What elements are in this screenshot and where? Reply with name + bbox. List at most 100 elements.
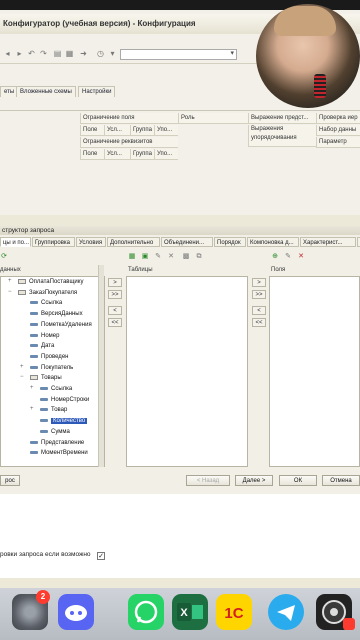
remove-field-button[interactable]: < — [252, 306, 266, 315]
tree-item[interactable]: Ссылка — [30, 298, 62, 308]
col-parameter[interactable]: Параметр — [316, 137, 360, 148]
tree-expander-icon[interactable]: + — [30, 406, 34, 412]
option-label: ровки запроса если возможно — [0, 551, 91, 558]
tab-unions[interactable]: Объединени... — [161, 237, 213, 247]
tree-expander-icon[interactable]: + — [30, 385, 34, 391]
copy-icon[interactable]: ▣ — [141, 253, 149, 261]
telegram-app-icon[interactable] — [268, 594, 304, 630]
add-field-button[interactable]: > — [252, 278, 266, 287]
tree-item[interactable]: Номер — [30, 331, 59, 341]
col-group[interactable]: Группа — [130, 125, 154, 136]
delete-icon[interactable]: ✕ — [167, 253, 175, 261]
fields-list[interactable] — [269, 276, 360, 467]
arrow-icon[interactable]: ➜ — [79, 49, 88, 58]
whatsapp-app-icon[interactable] — [128, 594, 164, 630]
tree-expander-icon[interactable]: − — [20, 374, 24, 380]
back-button[interactable]: < Назад — [186, 475, 230, 486]
tree-item[interactable]: Товары — [30, 373, 62, 383]
document-icon[interactable]: ▤ — [53, 49, 62, 58]
col-attribute-restriction[interactable]: Ограничение реквизитов — [80, 137, 178, 148]
tree-item-label: ВерсияДанных — [41, 311, 83, 317]
cancel-button[interactable]: Отмена — [322, 475, 360, 486]
tree-item[interactable]: Дата — [30, 341, 54, 351]
tab-characteristics[interactable]: Характерист... — [300, 237, 356, 247]
tab-tables-fields[interactable]: цы и по... — [0, 237, 31, 247]
tree-item[interactable]: Количество — [40, 416, 88, 426]
back-icon[interactable]: ◂ — [3, 49, 12, 58]
dialog-titlebar: структор запроса — [0, 226, 360, 235]
col-hierarchy-check[interactable]: Проверка иер — [316, 113, 360, 124]
tree-item-label: Сумма — [51, 429, 70, 435]
col-field-2[interactable]: Поле — [80, 149, 104, 160]
tree-scrollbar[interactable] — [98, 265, 104, 467]
ok-button[interactable]: ОК — [279, 475, 317, 486]
edit-field-icon[interactable]: ✎ — [284, 253, 292, 261]
option-checkbox[interactable]: ✓ — [97, 552, 105, 560]
tree-item[interactable]: Представление — [30, 438, 84, 448]
add-table-button[interactable]: > — [108, 278, 122, 287]
tree-expander-icon[interactable]: − — [8, 289, 12, 295]
fields-panel-title: Поля — [271, 267, 286, 273]
tree-item[interactable]: Ссылка — [40, 384, 72, 394]
tree-item[interactable]: ПометкаУдаления — [30, 320, 92, 330]
add-all-tables-button[interactable]: >> — [108, 290, 122, 299]
tree-expander-icon[interactable]: + — [8, 278, 12, 284]
query-button[interactable]: рос — [0, 475, 20, 486]
tree-item[interactable]: НомерСтроки — [40, 395, 89, 405]
add-icon[interactable]: ▦ — [128, 253, 136, 261]
tree-item[interactable]: ОплатаПоставщику — [18, 277, 83, 287]
tree-item-label: НомерСтроки — [51, 397, 90, 403]
col-order[interactable]: Упо... — [154, 125, 178, 136]
forward-icon[interactable]: ▸ — [15, 49, 24, 58]
col-order-2[interactable]: Упо... — [154, 149, 178, 160]
tree-item[interactable]: МоментВремени — [30, 448, 88, 458]
add-all-fields-button[interactable]: >> — [252, 290, 266, 299]
col-dataset[interactable]: Набор данны — [316, 125, 360, 136]
field-icon — [40, 407, 48, 411]
tab-settings[interactable]: Настройки — [78, 86, 116, 97]
tree-item[interactable]: Покупатель — [30, 363, 73, 373]
col-presentation[interactable]: Выражение предст... — [248, 113, 316, 124]
tab-conditions[interactable]: Условия — [76, 237, 106, 247]
redo-icon[interactable]: ↷ — [39, 49, 48, 58]
tree-item[interactable]: ВерсияДанных — [30, 309, 83, 319]
tab-grouping[interactable]: Группировка — [32, 237, 75, 247]
next-button[interactable]: Далее > — [235, 475, 273, 486]
remove-all-tables-button[interactable]: << — [108, 318, 122, 327]
tree-item[interactable]: Сумма — [40, 427, 70, 437]
tables-list[interactable] — [126, 276, 248, 467]
link-icon[interactable]: ⧉ — [195, 253, 203, 261]
col-field[interactable]: Поле — [80, 125, 104, 136]
refresh-icon[interactable]: ⟳ — [0, 253, 8, 261]
col-condition-2[interactable]: Усл... — [104, 149, 130, 160]
edit-icon[interactable]: ✎ — [154, 253, 162, 261]
remove-all-fields-button[interactable]: << — [252, 318, 266, 327]
tab-order[interactable]: Порядок — [214, 237, 246, 247]
tree-item-label: Товары — [41, 375, 62, 381]
table-icon[interactable]: ▦ — [65, 49, 74, 58]
col-role[interactable]: Роль — [178, 113, 248, 124]
1c-app-icon[interactable]: 1C — [216, 594, 252, 630]
query-icon[interactable]: ▩ — [182, 253, 190, 261]
tree-item[interactable]: Товар — [40, 405, 67, 415]
undo-icon[interactable]: ↶ — [27, 49, 36, 58]
remove-table-button[interactable]: < — [108, 306, 122, 315]
tree-item[interactable]: ЗаказПокупателя — [18, 288, 77, 298]
excel-app-icon[interactable]: X — [172, 594, 208, 630]
search-combo[interactable] — [120, 49, 237, 60]
dropdown-icon[interactable]: ▾ — [108, 49, 117, 58]
tab-additional[interactable]: Дополнительно — [107, 237, 160, 247]
tab-composition[interactable]: Компоновка д... — [247, 237, 299, 247]
delete-field-icon[interactable]: ✕ — [297, 253, 305, 261]
col-group-2[interactable]: Группа — [130, 149, 154, 160]
col-field-restriction[interactable]: Ограничение поля — [80, 113, 178, 124]
add-field-icon[interactable]: ⊕ — [271, 253, 279, 261]
tree-expander-icon[interactable]: + — [20, 364, 24, 370]
tab-nested-schemas[interactable]: Вложенные схемы — [16, 86, 76, 97]
discord-app-icon[interactable] — [58, 594, 94, 630]
clock-icon[interactable]: ◷ — [96, 49, 105, 58]
tree-item[interactable]: Проведен — [30, 352, 68, 362]
col-order-expressions[interactable]: Выражения упорядочивания — [248, 125, 316, 147]
col-condition[interactable]: Усл... — [104, 125, 130, 136]
table-icon — [18, 278, 26, 284]
